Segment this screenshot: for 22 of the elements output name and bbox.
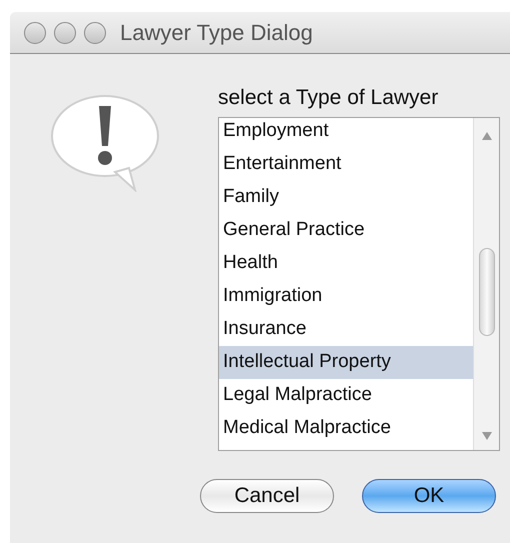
window-title: Lawyer Type Dialog xyxy=(120,19,313,47)
list-item[interactable]: Medical Malpractice xyxy=(219,412,473,444)
list-item[interactable]: Insurance xyxy=(219,312,473,346)
cancel-button[interactable]: Cancel xyxy=(200,478,334,512)
prompt-label: select a Type of Lawyer xyxy=(218,85,440,111)
list-item[interactable]: Health xyxy=(219,246,473,280)
window-control-button[interactable] xyxy=(54,22,76,44)
list-item[interactable]: General Practice xyxy=(219,214,473,246)
up-arrow-icon[interactable] xyxy=(482,132,492,140)
window-control-button[interactable] xyxy=(24,22,46,44)
down-arrow-icon[interactable] xyxy=(482,432,492,440)
list-item[interactable]: Immigration xyxy=(219,280,473,312)
list-item[interactable]: Employment xyxy=(219,118,473,148)
lawyer-type-list[interactable]: Employment Entertainment Family General Practice Health Immigration Insurance Intellectual Property Legal Malpractice Medical Malpractice xyxy=(218,116,500,450)
scrollbar[interactable] xyxy=(473,118,499,450)
scroll-thumb[interactable] xyxy=(478,248,494,336)
window-control-button[interactable] xyxy=(84,22,106,44)
list-item[interactable]: Family xyxy=(219,180,473,214)
list-item[interactable]: Intellectual Property xyxy=(219,346,473,378)
list-item[interactable]: Legal Malpractice xyxy=(219,378,473,412)
list-item[interactable]: Entertainment xyxy=(219,148,473,180)
ok-button[interactable]: OK xyxy=(362,478,496,512)
